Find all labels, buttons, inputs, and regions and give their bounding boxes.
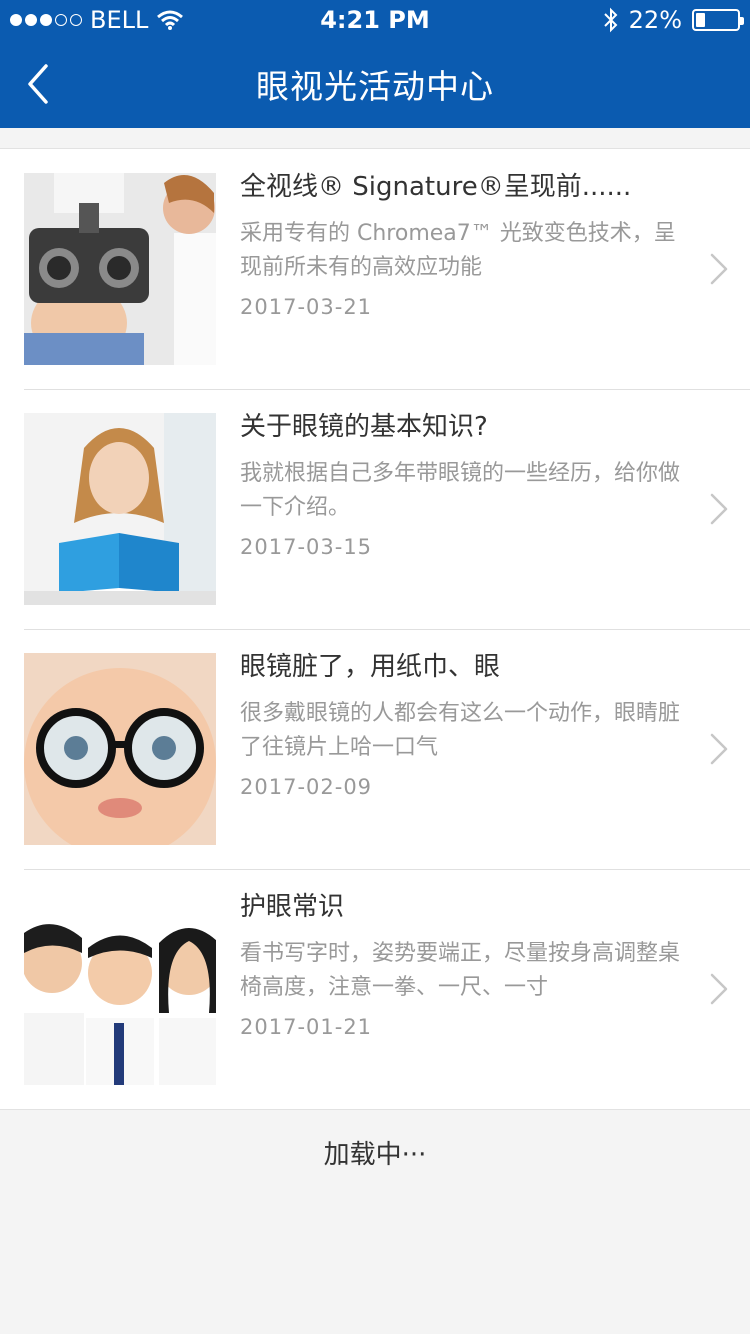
article-desc: 采用专有的 Chromea7™ 光致变色技术，呈现前所未有的高效应功能 (240, 221, 676, 280)
article-title: 全视线® Signature®呈现前...... (240, 172, 632, 202)
battery-fill (696, 13, 705, 27)
article-item[interactable]: 护眼常识 看书写字时，姿势要端正，尽量按身高调整桌椅高度，注意一拳、一尺、一寸 … (0, 869, 750, 1109)
chevron-right-icon (710, 253, 728, 285)
app-header: BELL 4:21 PM 22% 眼视光活动中心 (0, 0, 750, 128)
article-title: 眼镜脏了，用纸巾、眼 (240, 652, 501, 682)
bluetooth-icon (603, 7, 618, 33)
article-thumbnail (24, 413, 216, 605)
article-text: 关于眼镜的基本知识? 我就根据自己多年带眼镜的一些经历，给你做一下介绍。 201… (240, 407, 690, 559)
article-title: 关于眼镜的基本知识? (240, 412, 488, 442)
battery-percent: 22% (628, 6, 682, 34)
chevron-right-icon (710, 973, 728, 1005)
article-desc: 看书写字时，姿势要端正，尽量按身高调整桌椅高度，注意一拳、一尺、一寸 (240, 941, 681, 1000)
article-thumbnail (24, 893, 216, 1085)
article-title: 护眼常识 (240, 892, 345, 922)
article-text: 全视线® Signature®呈现前...... 采用专有的 Chromea7™… (240, 167, 690, 319)
article-thumbnail (24, 173, 216, 365)
article-text: 眼镜脏了，用纸巾、眼 很多戴眼镜的人都会有这么一个动作，眼睛脏了往镜片上哈一口气… (240, 647, 690, 799)
status-bar: BELL 4:21 PM 22% (0, 0, 750, 40)
battery-icon (692, 9, 744, 31)
article-text: 护眼常识 看书写字时，姿势要端正，尽量按身高调整桌椅高度，注意一拳、一尺、一寸 … (240, 887, 690, 1039)
article-date: 2017-03-21 (240, 295, 373, 319)
loading-indicator: 加载中··· (323, 1140, 427, 1170)
article-desc: 很多戴眼镜的人都会有这么一个动作，眼睛脏了往镜片上哈一口气 (240, 701, 681, 760)
article-date: 2017-01-21 (240, 1015, 373, 1039)
article-date: 2017-03-15 (240, 535, 373, 559)
chevron-right-icon (710, 493, 728, 525)
article-desc: 我就根据自己多年带眼镜的一些经历，给你做一下介绍。 (240, 461, 681, 520)
article-item[interactable]: 关于眼镜的基本知识? 我就根据自己多年带眼镜的一些经历，给你做一下介绍。 201… (0, 389, 750, 629)
status-right: 22% (603, 6, 744, 34)
article-item[interactable]: 全视线® Signature®呈现前...... 采用专有的 Chromea7™… (0, 149, 750, 389)
chevron-right-icon (710, 733, 728, 765)
page-title: 眼视光活动中心 (256, 67, 494, 106)
nav-bar: 眼视光活动中心 (0, 40, 750, 128)
article-item[interactable]: 眼镜脏了，用纸巾、眼 很多戴眼镜的人都会有这么一个动作，眼睛脏了往镜片上哈一口气… (0, 629, 750, 869)
article-thumbnail (24, 653, 216, 845)
article-list: 全视线® Signature®呈现前...... 采用专有的 Chromea7™… (0, 148, 750, 1110)
article-date: 2017-02-09 (240, 775, 373, 799)
